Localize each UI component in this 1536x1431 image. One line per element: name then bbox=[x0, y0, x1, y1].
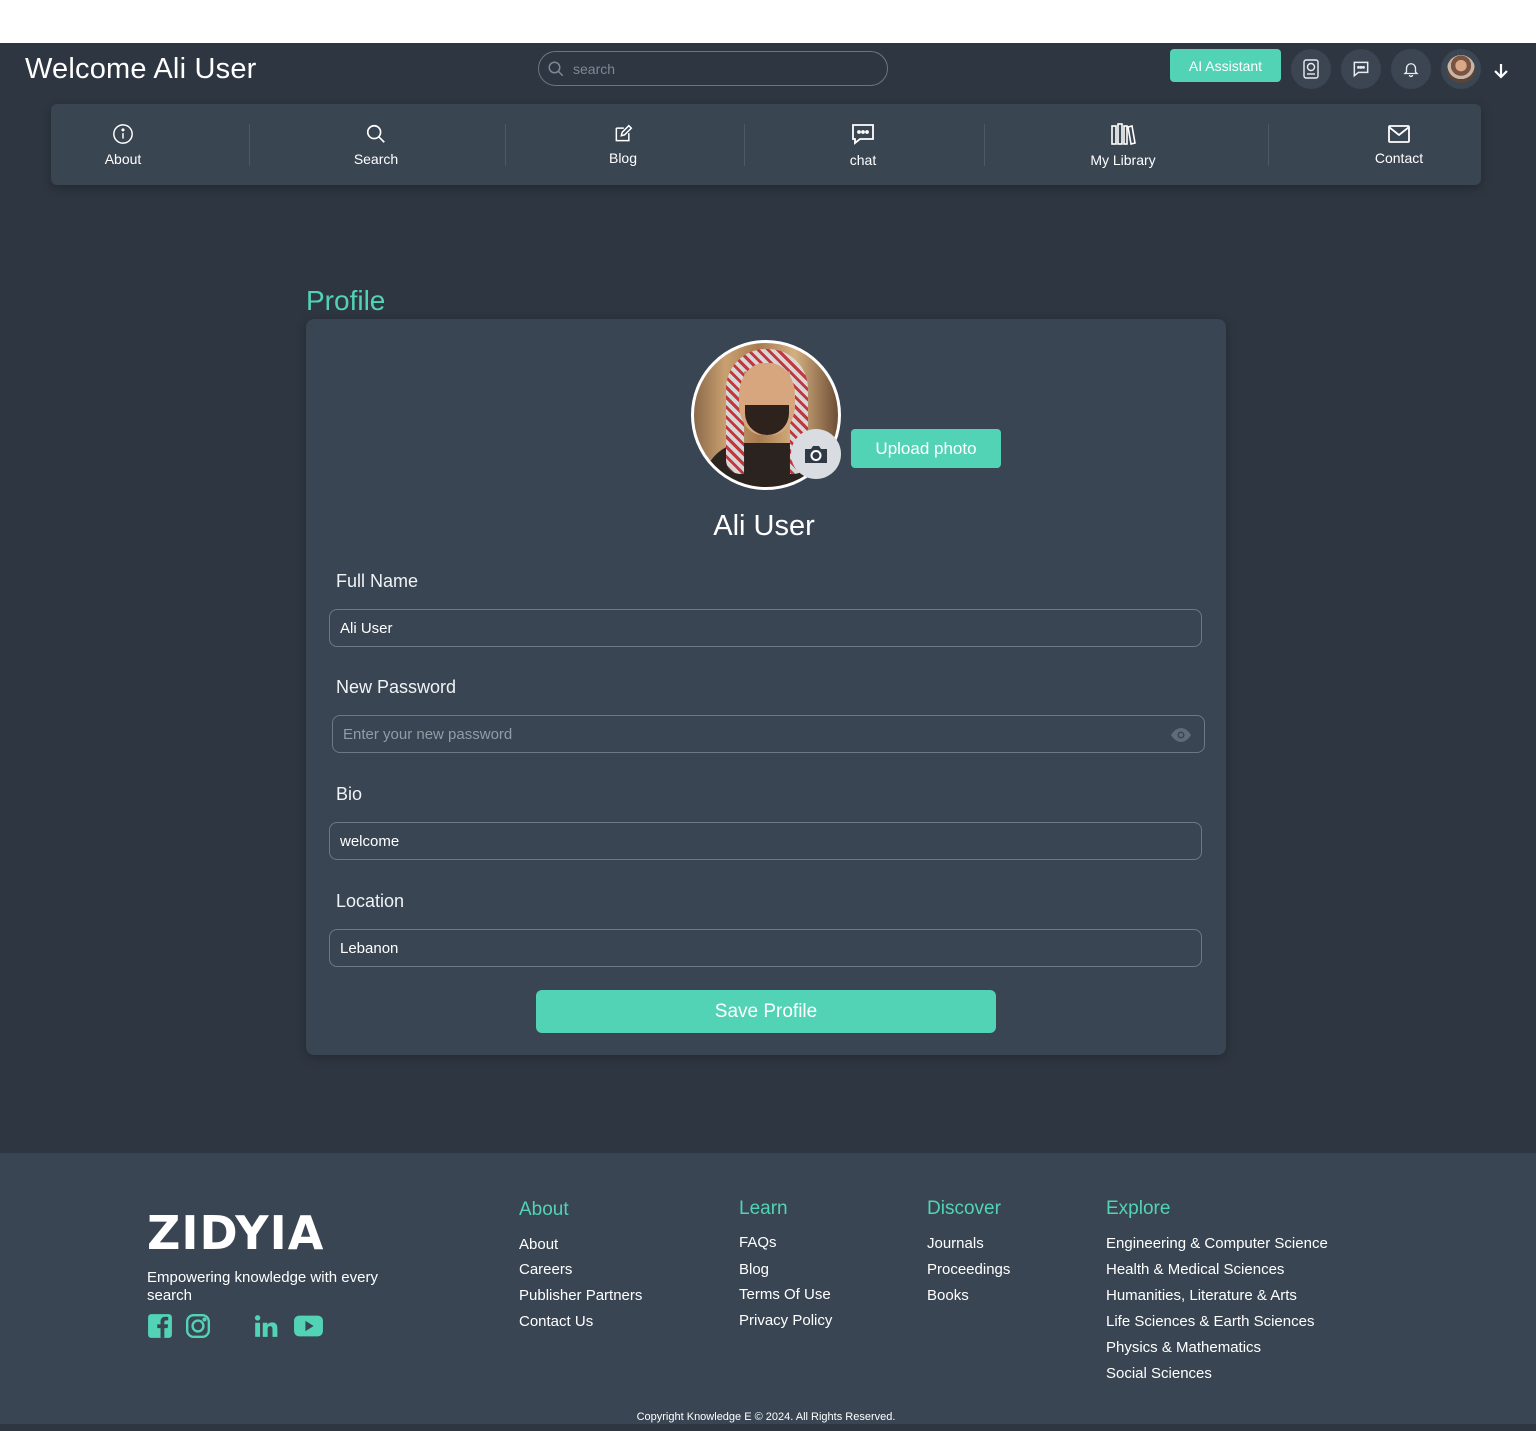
nav-item-contact[interactable]: Contact bbox=[1359, 104, 1439, 185]
save-profile-button[interactable]: Save Profile bbox=[536, 990, 996, 1033]
welcome-title: Welcome Ali User bbox=[25, 53, 257, 85]
nav-item-label: Search bbox=[353, 150, 399, 167]
footer-link[interactable]: Publisher Partners bbox=[519, 1287, 642, 1304]
footer-link[interactable]: About bbox=[519, 1236, 558, 1253]
footer-col-about-title: About bbox=[519, 1199, 569, 1220]
library-icon bbox=[1111, 122, 1136, 145]
mail-icon bbox=[1388, 124, 1410, 143]
bottom-bar bbox=[0, 1424, 1536, 1431]
footer-link[interactable]: Contact Us bbox=[519, 1313, 593, 1330]
edit-icon bbox=[615, 124, 633, 141]
new-password-input[interactable] bbox=[343, 725, 1143, 743]
bio-field[interactable] bbox=[329, 822, 1202, 860]
ai-assistant-button[interactable]: AI Assistant bbox=[1170, 49, 1281, 82]
nav-item-label: My Library bbox=[1090, 151, 1156, 168]
bio-label: Bio bbox=[336, 784, 363, 804]
bio-input[interactable] bbox=[340, 832, 1140, 850]
footer: ZIDYIA Empowering knowledge with every s… bbox=[0, 1153, 1536, 1431]
new-password-label: New Password bbox=[336, 677, 457, 697]
nav-item-about[interactable]: About bbox=[83, 104, 163, 185]
new-password-field[interactable] bbox=[332, 715, 1205, 753]
chat-icon bbox=[852, 123, 874, 145]
nav-divider bbox=[984, 124, 985, 166]
footer-link[interactable]: Life Sciences & Earth Sciences bbox=[1106, 1313, 1314, 1330]
main-nav: About Search Blog chat My Library Contac… bbox=[51, 104, 1481, 185]
camera-icon bbox=[805, 446, 827, 463]
chat-bot-icon bbox=[1303, 59, 1319, 79]
footer-link[interactable]: Humanities, Literature & Arts bbox=[1106, 1287, 1297, 1304]
chat-bot-button[interactable] bbox=[1291, 49, 1331, 89]
search-icon bbox=[366, 124, 385, 143]
arrow-down-icon[interactable] bbox=[1491, 61, 1511, 81]
nav-divider bbox=[249, 124, 250, 166]
search-icon bbox=[548, 61, 564, 76]
nav-divider bbox=[505, 124, 506, 166]
footer-col-explore-title: Explore bbox=[1106, 1198, 1171, 1219]
footer-col-learn-title: Learn bbox=[739, 1198, 788, 1219]
nav-item-label: About bbox=[104, 150, 142, 167]
top-header: Welcome Ali User AI Assistant bbox=[0, 43, 1536, 101]
footer-logo[interactable]: ZIDYIA bbox=[147, 1206, 324, 1260]
location-label: Location bbox=[336, 891, 405, 911]
linkedin-icon[interactable] bbox=[253, 1313, 279, 1339]
footer-link[interactable]: Engineering & Computer Science bbox=[1106, 1235, 1328, 1252]
youtube-icon[interactable] bbox=[293, 1313, 324, 1339]
full-name-label: Full Name bbox=[336, 571, 419, 591]
footer-link[interactable]: FAQs bbox=[739, 1234, 777, 1251]
nav-item-label: Blog bbox=[608, 149, 638, 166]
footer-link[interactable]: Proceedings bbox=[927, 1261, 1010, 1278]
full-name-input[interactable] bbox=[340, 619, 1140, 637]
location-field[interactable] bbox=[329, 929, 1202, 967]
footer-link[interactable]: Privacy Policy bbox=[739, 1312, 832, 1329]
location-input[interactable] bbox=[340, 939, 1140, 957]
footer-link[interactable]: Terms Of Use bbox=[739, 1286, 831, 1303]
nav-item-chat[interactable]: chat bbox=[823, 104, 903, 185]
browser-top-strip bbox=[0, 0, 1536, 43]
footer-link[interactable]: Social Sciences bbox=[1106, 1365, 1212, 1382]
nav-divider bbox=[1268, 124, 1269, 166]
nav-item-label: chat bbox=[849, 151, 877, 168]
eye-icon[interactable] bbox=[1170, 727, 1192, 743]
facebook-icon[interactable] bbox=[147, 1313, 173, 1339]
search-input[interactable] bbox=[573, 60, 863, 77]
nav-item-my-library[interactable]: My Library bbox=[1073, 104, 1173, 185]
avatar[interactable] bbox=[1441, 49, 1481, 89]
upload-photo-button[interactable]: Upload photo bbox=[851, 429, 1001, 468]
copyright-text: Copyright Knowledge E © 2024. All Rights… bbox=[636, 1411, 896, 1423]
footer-link[interactable]: Careers bbox=[519, 1261, 572, 1278]
page-title: Profile bbox=[306, 285, 386, 316]
avatar-photo bbox=[1447, 55, 1475, 83]
messages-button[interactable] bbox=[1341, 49, 1381, 89]
nav-divider bbox=[744, 124, 745, 166]
footer-link[interactable]: Physics & Mathematics bbox=[1106, 1339, 1261, 1356]
nav-item-blog[interactable]: Blog bbox=[583, 104, 663, 185]
footer-link[interactable]: Blog bbox=[739, 1261, 769, 1278]
search-box[interactable] bbox=[538, 51, 888, 86]
full-name-field[interactable] bbox=[329, 609, 1202, 647]
profile-display-name: Ali User bbox=[713, 510, 815, 542]
message-icon bbox=[1353, 61, 1369, 78]
nav-item-search[interactable]: Search bbox=[336, 104, 416, 185]
change-photo-button[interactable] bbox=[791, 429, 841, 479]
notifications-button[interactable] bbox=[1391, 49, 1431, 89]
info-icon bbox=[113, 123, 133, 144]
profile-card: Upload photo Ali User Full Name New Pass… bbox=[306, 319, 1226, 1055]
bell-icon bbox=[1403, 63, 1419, 78]
footer-tagline: Empowering knowledge with every search bbox=[147, 1269, 378, 1304]
nav-item-label: Contact bbox=[1374, 149, 1424, 166]
footer-link[interactable]: Health & Medical Sciences bbox=[1106, 1261, 1284, 1278]
instagram-icon[interactable] bbox=[185, 1313, 211, 1339]
footer-link[interactable]: Journals bbox=[927, 1235, 984, 1252]
footer-col-discover-title: Discover bbox=[927, 1198, 1001, 1219]
footer-link[interactable]: Books bbox=[927, 1287, 969, 1304]
